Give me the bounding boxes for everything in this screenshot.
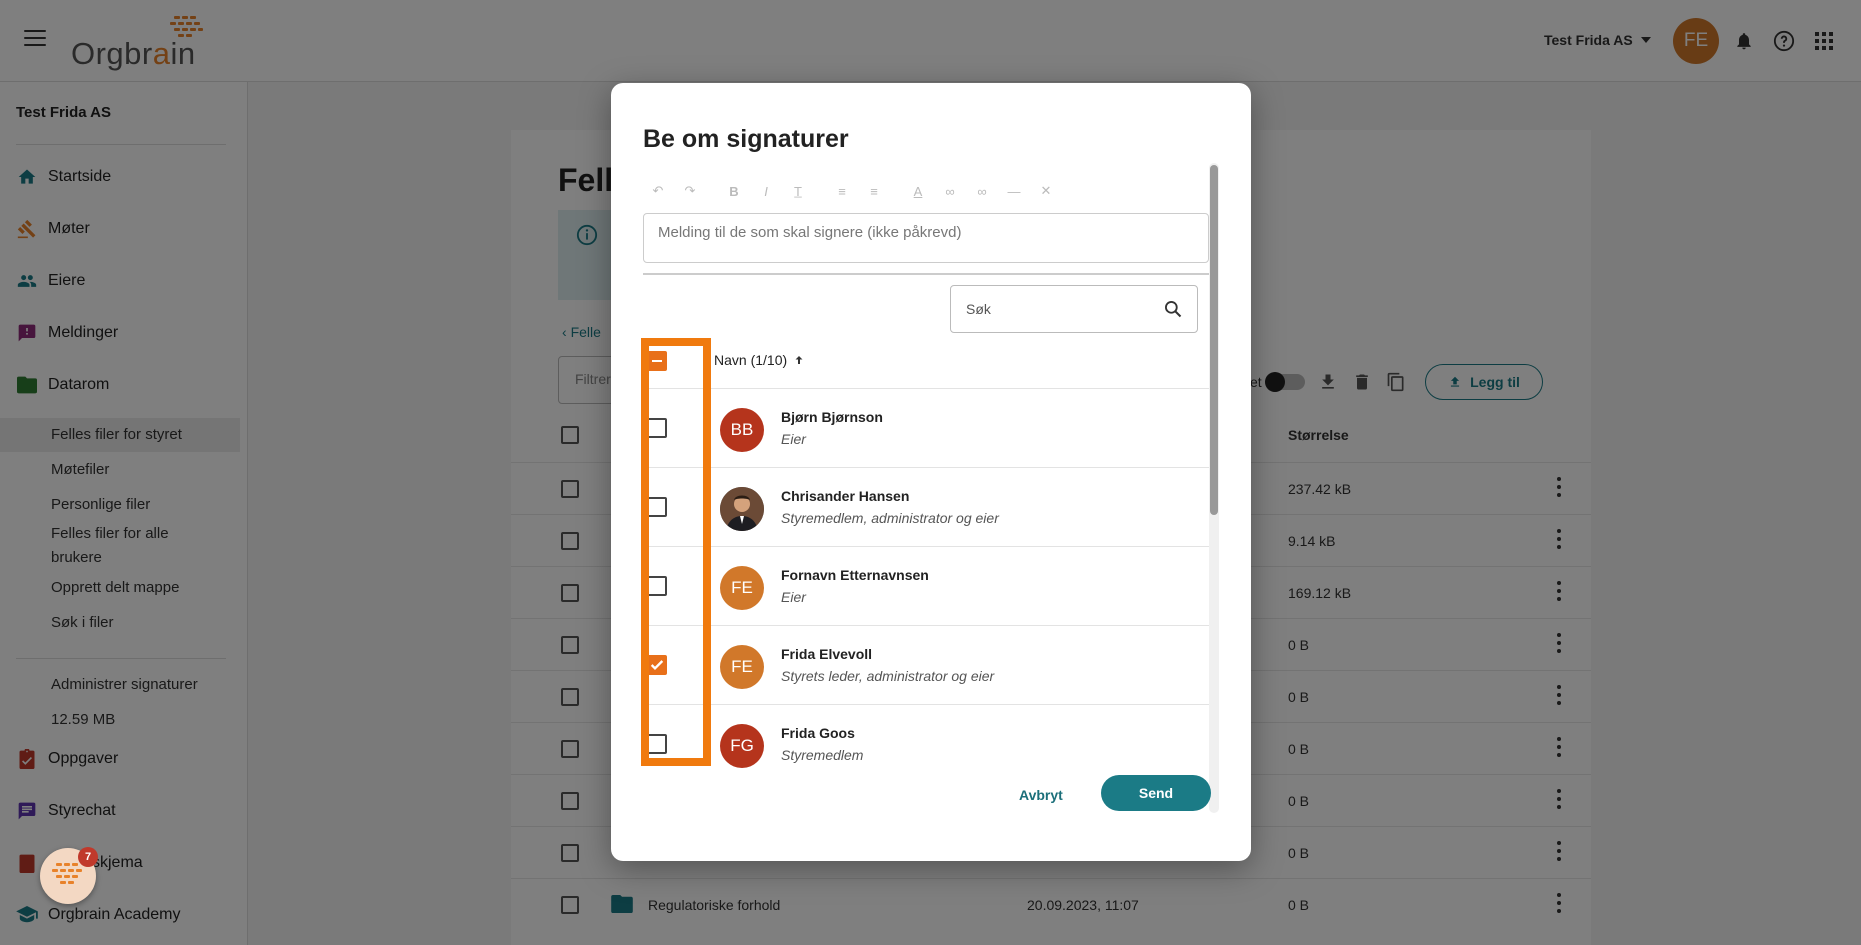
bold-icon[interactable]: B [719,178,749,204]
send-button[interactable]: Send [1101,775,1211,811]
clear-format-icon[interactable]: T̲ [783,178,813,204]
person-name: Bjørn Bjørnson [781,409,883,425]
text-color-icon[interactable]: A [903,178,933,204]
italic-icon[interactable]: I [751,178,781,204]
editor-toolbar: ↶ ↷ B I T̲ ≡ ≡ A ∞ ∞ — ✕ [643,176,1199,206]
dialog-scrollbar[interactable] [1209,163,1219,813]
person-name: Frida Goos [781,725,855,741]
person-role: Styremedlem [781,747,864,763]
redo-icon[interactable]: ↷ [675,178,705,204]
horizontal-rule-icon[interactable]: — [999,178,1029,204]
dialog-title: Be om signaturer [643,125,849,153]
request-signatures-dialog: Be om signaturer ↶ ↷ B I T̲ ≡ ≡ A ∞ ∞ — … [611,83,1251,861]
list-item[interactable]: FE Frida Elvevoll Styrets leder, adminis… [643,626,1209,704]
person-role: Styrets leder, administrator og eier [781,668,995,684]
avatar: FE [720,645,764,689]
list-item[interactable]: FE Fornavn Etternavnsen Eier [643,547,1209,625]
person-name: Frida Elvevoll [781,646,873,662]
person-name: Chrisander Hansen [781,488,910,504]
search-placeholder: Søk [966,301,991,317]
person-role: Styremedlem, administrator og eier [781,510,999,526]
person-role: Eier [781,431,806,447]
avatar: FG [720,724,764,768]
divider [643,273,1209,275]
numbered-list-icon[interactable]: ≡ [859,178,889,204]
message-textarea[interactable]: Melding til de som skal signere (ikke på… [643,213,1209,263]
unlink-icon[interactable]: ∞ [967,178,997,204]
link-icon[interactable]: ∞ [935,178,965,204]
undo-icon[interactable]: ↶ [643,178,673,204]
avatar-photo [720,487,764,531]
search-input[interactable]: Søk [950,285,1198,333]
avatar: BB [720,408,764,452]
list-item[interactable]: BB Bjørn Bjørnson Eier [643,389,1209,467]
person-name: Fornavn Etternavnsen [781,567,929,583]
cancel-button[interactable]: Avbryt [1019,787,1063,803]
list-item[interactable]: FG Frida Goos Styremedlem [643,705,1209,783]
sort-arrow-up-icon [795,356,803,364]
notification-badge: 7 [78,847,98,867]
avatar: FE [720,566,764,610]
column-header-name[interactable]: Navn (1/10) [714,352,805,368]
checkbox-column-highlight [641,338,711,766]
search-icon[interactable] [1163,299,1183,319]
person-role: Eier [781,589,806,605]
remove-format-icon[interactable]: ✕ [1031,178,1061,204]
bullet-list-icon[interactable]: ≡ [827,178,857,204]
list-item[interactable]: Chrisander Hansen Styremedlem, administr… [643,468,1209,546]
